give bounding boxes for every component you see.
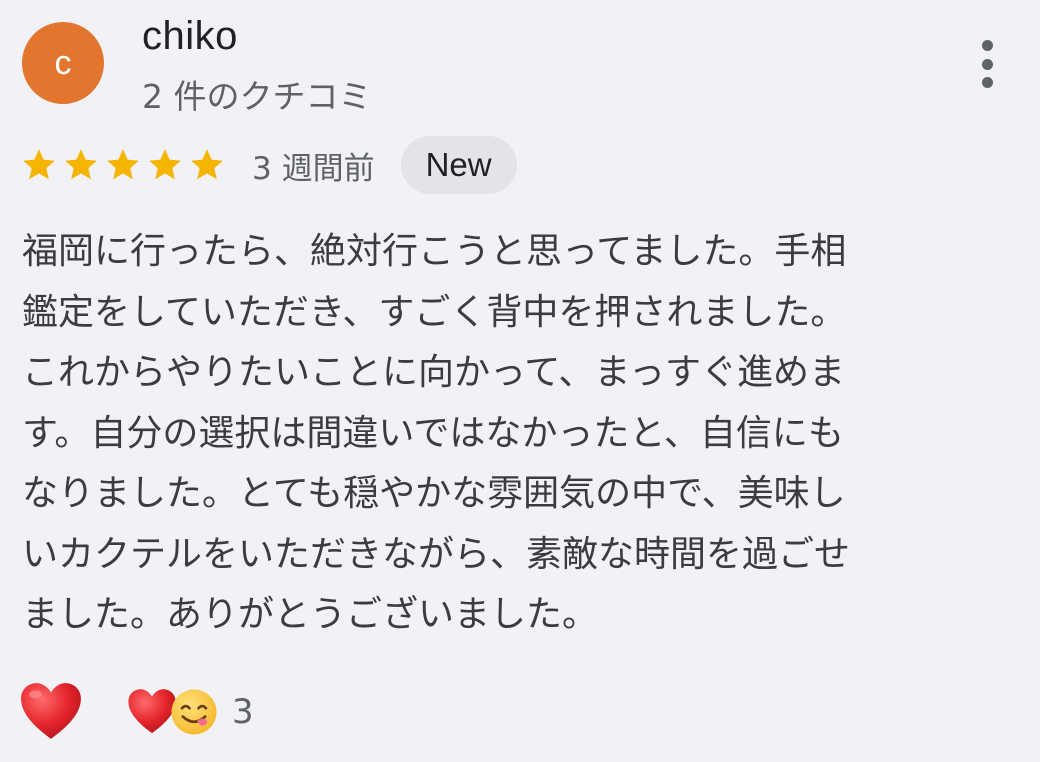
dot bbox=[981, 77, 993, 88]
review-text-line: 福岡に行ったら、絶対行こうと思ってました。手相 bbox=[22, 231, 847, 272]
review-text: 福岡に行ったら、絶対行こうと思ってました。手相 鑑定をしていただき、すごく背中を押… bbox=[22, 222, 1012, 646]
dot bbox=[981, 58, 993, 70]
heart-icon bbox=[18, 679, 84, 745]
review-text-line: なりました。とても穏やかな雰囲気の中で、美味し bbox=[22, 473, 846, 514]
reactions-bar: 3 bbox=[18, 676, 254, 748]
reaction-count: 3 bbox=[232, 692, 254, 732]
review-text-line: す。自分の選択は間違いではなかったと、自信にも bbox=[22, 412, 844, 454]
yum-face-icon bbox=[170, 688, 218, 736]
star-icon bbox=[62, 146, 100, 184]
avatar[interactable]: c bbox=[22, 22, 104, 104]
rating-row: 3 週間前 New bbox=[20, 136, 517, 194]
react-button[interactable] bbox=[18, 679, 84, 745]
new-badge: New bbox=[400, 136, 517, 194]
dot bbox=[981, 40, 993, 51]
review-time: 3 週間前 bbox=[252, 150, 375, 187]
avatar-initial: c bbox=[54, 43, 72, 82]
review-text-line: これからやりたいことに向かって、まっすぐ進めま bbox=[22, 352, 845, 393]
reaction-summary[interactable]: 3 bbox=[126, 686, 254, 738]
review-text-line: ました。ありがとうございました。 bbox=[22, 594, 599, 635]
star-icon bbox=[20, 146, 58, 184]
star-icon bbox=[104, 146, 142, 184]
star-icon bbox=[188, 146, 226, 184]
star-icon bbox=[146, 146, 184, 184]
more-options-icon[interactable] bbox=[966, 34, 1008, 94]
review-text-line: いカクテルをいただきながら、素敵な時間を過ごせ bbox=[22, 533, 851, 575]
star-rating bbox=[20, 146, 230, 184]
review-count: 2 件のクチコミ bbox=[142, 77, 372, 116]
review-text-line: 鑑定をしていただき、すごく背中を押されました。 bbox=[22, 291, 847, 333]
reviewer-name[interactable]: chiko bbox=[142, 14, 238, 59]
